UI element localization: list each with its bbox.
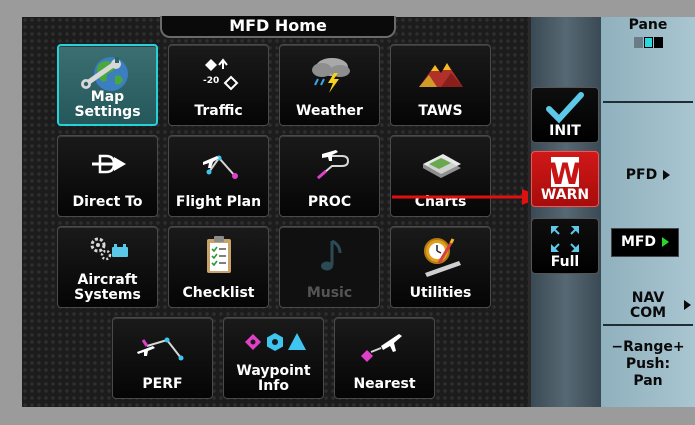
softkey-separator: [603, 324, 693, 326]
nearest-button[interactable]: Nearest: [334, 317, 435, 399]
checkmark-icon: [532, 91, 598, 125]
direct-to-icon: [58, 142, 157, 186]
traffic-button[interactable]: -20 Traffic: [168, 44, 269, 126]
utilities-icon: [391, 233, 490, 277]
pane-selector-icon: [601, 34, 695, 50]
perf-button[interactable]: PERF: [112, 317, 213, 399]
expand-icon: [532, 222, 598, 256]
softkey-separator: [603, 101, 693, 103]
init-button[interactable]: INIT: [531, 87, 599, 143]
nearest-label: Nearest: [353, 376, 416, 392]
proc-icon: [280, 142, 379, 186]
checklist-button[interactable]: Checklist: [168, 226, 269, 308]
mfd-softkey[interactable]: MFD: [611, 228, 679, 257]
music-label: Music: [306, 285, 353, 301]
weather-icon: [280, 51, 379, 95]
pan-label: Pan: [633, 373, 663, 389]
nav-com-softkey[interactable]: NAV COM: [601, 291, 695, 321]
pfd-arrow-icon: [663, 170, 671, 180]
traffic-icon: -20: [169, 51, 268, 95]
proc-label: PROC: [307, 194, 352, 210]
page-title: MFD Home: [160, 16, 396, 38]
direct-to-button[interactable]: Direct To: [57, 135, 158, 217]
pfd-softkey[interactable]: PFD: [601, 167, 695, 183]
map-settings-button[interactable]: Map Settings: [57, 44, 158, 126]
mfd-label: MFD: [620, 234, 657, 250]
softkey-column: Pane PFD MFD NAV COM −Range+ Push: Pan: [601, 17, 695, 407]
aircraft-systems-button[interactable]: Aircraft Systems: [57, 226, 158, 308]
svg-text:W: W: [549, 157, 581, 189]
nearest-icon: [335, 324, 434, 368]
waypoint-info-button[interactable]: Waypoint Info: [223, 317, 324, 399]
init-label: INIT: [549, 123, 581, 139]
direct-to-label: Direct To: [72, 194, 143, 210]
aircraft-systems-icon: [58, 233, 157, 277]
pane-label: Pane: [628, 17, 668, 33]
annotation-arrow: [392, 189, 542, 205]
traffic-label: Traffic: [194, 103, 243, 119]
aircraft-systems-label: Aircraft Systems: [74, 272, 141, 303]
perf-icon: [113, 324, 212, 368]
push-label: Push:: [625, 356, 671, 372]
perf-label: PERF: [142, 376, 183, 392]
taws-button[interactable]: TAWS: [390, 44, 491, 126]
map-settings-label: Map Settings: [74, 89, 141, 120]
proc-button[interactable]: PROC: [279, 135, 380, 217]
pane-softkey[interactable]: Pane: [601, 17, 695, 50]
warning-w-icon: W: [532, 155, 598, 189]
warn-button[interactable]: W WARN: [531, 151, 599, 207]
waypoint-info-icon: [224, 324, 323, 368]
nav-com-arrow-icon: [684, 300, 691, 310]
flight-plan-button[interactable]: Flight Plan: [168, 135, 269, 217]
svg-text:-20: -20: [203, 76, 219, 86]
weather-button[interactable]: Weather: [279, 44, 380, 126]
utilities-button[interactable]: Utilities: [390, 226, 491, 308]
com-label: COM: [629, 305, 667, 321]
music-icon: [280, 233, 379, 277]
full-label: Full: [550, 254, 580, 270]
checklist-icon: [169, 233, 268, 277]
taws-label: TAWS: [418, 103, 463, 119]
full-button[interactable]: Full: [531, 218, 599, 274]
range-pan-knob-label[interactable]: −Range+ Push: Pan: [601, 339, 695, 390]
warn-label: WARN: [540, 187, 590, 203]
mfd-home-screen: MFD Home Map Settings -20 Traffic Weathe…: [22, 16, 542, 407]
nav-label: NAV: [631, 290, 665, 306]
side-strip: INIT W WARN Full: [531, 17, 601, 407]
weather-label: Weather: [296, 103, 363, 119]
taws-icon: [391, 51, 490, 95]
pfd-label: PFD: [625, 167, 658, 183]
flight-plan-icon: [169, 142, 268, 186]
range-label: −Range+: [611, 339, 685, 355]
utilities-label: Utilities: [409, 285, 472, 301]
music-button[interactable]: Music: [279, 226, 380, 308]
waypoint-info-label: Waypoint Info: [236, 363, 311, 394]
charts-icon: [391, 142, 490, 186]
flight-plan-label: Flight Plan: [175, 194, 262, 210]
checklist-label: Checklist: [182, 285, 255, 301]
mfd-active-arrow-icon: [662, 237, 670, 247]
